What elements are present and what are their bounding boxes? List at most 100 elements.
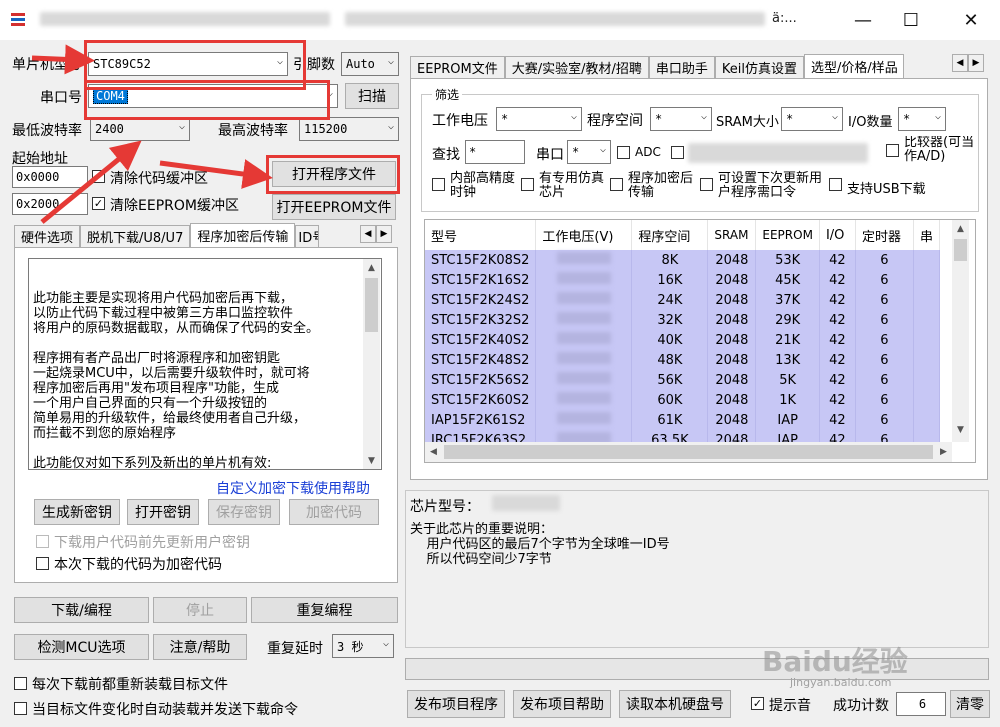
notice-help-button[interactable]: 注意/帮助 — [153, 634, 247, 660]
table-row[interactable]: STC15F2K56S2 56K 2048 5K 42 6 — [425, 370, 940, 390]
update-key-checkbox[interactable] — [36, 535, 49, 548]
scroll-down-icon[interactable]: ▼ — [952, 421, 969, 438]
cell-serial — [913, 250, 940, 270]
table-row[interactable]: STC15F2K08S2 8K 2048 53K 42 6 — [425, 250, 940, 270]
io-count-select[interactable]: * ⌵ — [898, 107, 946, 131]
cell-eeprom: 13K — [755, 350, 820, 370]
chevron-right-icon[interactable]: ▶ — [968, 54, 984, 72]
read-disk-id-button[interactable]: 读取本机硬盘号 — [619, 690, 731, 718]
table-row[interactable]: STC15F2K16S2 16K 2048 45K 42 6 — [425, 270, 940, 290]
cell-program-space: 40K — [631, 330, 709, 350]
blurred-voltage — [556, 272, 611, 284]
cell-program-space: 61K — [631, 410, 709, 430]
encrypted-download-help-link[interactable]: 自定义加密下载使用帮助 — [216, 478, 370, 498]
col-voltage[interactable]: 工作电压(V) — [535, 220, 633, 250]
auto-load-checkbox[interactable] — [14, 702, 27, 715]
table-row[interactable]: IAP15F2K61S2 61K 2048 IAP 42 6 — [425, 410, 940, 430]
cell-voltage-blurred — [535, 270, 633, 290]
col-io[interactable]: I/O — [819, 220, 856, 250]
hs-clock-checkbox[interactable] — [432, 178, 445, 191]
sram-size-value: * — [786, 112, 794, 126]
encrypted-transfer-checkbox[interactable] — [610, 178, 623, 191]
table-h-scrollbar[interactable]: ◀ ▶ — [425, 442, 952, 462]
serial-count-select[interactable]: * ⌵ — [567, 140, 611, 164]
cell-sram: 2048 — [707, 310, 757, 330]
encryption-description-content: 此功能主要是实现将用户代码加密后再下载， 以防止代码下载过程中被第三方串口监控软… — [33, 291, 320, 470]
col-timer[interactable]: 定时器 — [855, 220, 914, 250]
scrollbar-thumb[interactable] — [954, 239, 967, 261]
detect-mcu-options-button[interactable]: 检测MCU选项 — [14, 634, 149, 660]
col-model[interactable]: 型号 — [425, 220, 537, 250]
repeat-delay-select[interactable]: 3 秒 ⌵ — [332, 634, 394, 658]
chevron-left-icon[interactable]: ◀ — [952, 54, 968, 72]
serial-count-label: 串口 — [536, 147, 564, 163]
encrypted-transfer-option-label: 程序加密后传输 — [628, 171, 694, 200]
update-password-checkbox[interactable] — [700, 178, 713, 191]
publish-help-button[interactable]: 发布项目帮助 — [513, 690, 611, 718]
stop-button[interactable]: 停止 — [153, 597, 247, 623]
program-space-select[interactable]: * ⌵ — [650, 107, 712, 131]
cell-io: 42 — [819, 250, 856, 270]
tab-eeprom-file[interactable]: EEPROM文件 — [410, 56, 505, 78]
cell-model: STC15F2K16S2 — [425, 270, 537, 290]
scroll-down-icon[interactable]: ▼ — [363, 452, 380, 469]
cell-eeprom: 21K — [755, 330, 820, 350]
minimize-icon[interactable]: — — [838, 0, 888, 40]
scroll-right-icon[interactable]: ▶ — [935, 447, 952, 457]
voltage-select[interactable]: * ⌵ — [496, 107, 582, 131]
col-serial[interactable]: 串 — [913, 220, 940, 250]
col-sram[interactable]: SRAM — [707, 220, 757, 250]
table-row[interactable]: STC15F2K24S2 24K 2048 37K 42 6 — [425, 290, 940, 310]
scroll-up-icon[interactable]: ▲ — [952, 220, 969, 237]
hint-sound-checkbox[interactable]: ✓ — [751, 697, 764, 710]
clear-count-button[interactable]: 清零 — [950, 690, 990, 718]
repeat-program-button[interactable]: 重复编程 — [251, 597, 398, 623]
tab-selection-price[interactable]: 选型/价格/样品 — [804, 54, 905, 78]
scroll-left-icon[interactable]: ◀ — [425, 447, 442, 457]
tab-contest-lab[interactable]: 大赛/实验室/教材/招聘 — [504, 56, 649, 78]
col-program-space[interactable]: 程序空间 — [631, 220, 709, 250]
chevron-down-icon: ⌵ — [599, 144, 606, 155]
cell-sram: 2048 — [707, 410, 757, 430]
table-row[interactable]: STC15F2K60S2 60K 2048 1K 42 6 — [425, 390, 940, 410]
col-eeprom[interactable]: EEPROM — [755, 220, 820, 250]
table-row[interactable]: STC15F2K32S2 32K 2048 29K 42 6 — [425, 310, 940, 330]
cell-timer: 6 — [855, 410, 914, 430]
download-program-button[interactable]: 下载/编程 — [14, 597, 149, 623]
save-key-button[interactable]: 保存密钥 — [208, 499, 280, 525]
usb-download-checkbox[interactable] — [829, 178, 842, 191]
search-label: 查找 — [432, 147, 460, 163]
tab-keil-emulation[interactable]: Keil仿真设置 — [714, 56, 805, 78]
reload-before-download-checkbox[interactable] — [14, 677, 27, 690]
table-row[interactable]: STC15F2K48S2 48K 2048 13K 42 6 — [425, 350, 940, 370]
chevron-down-icon: ⌵ — [382, 638, 389, 649]
encrypted-code-checkbox[interactable] — [36, 557, 49, 570]
cell-model: STC15F2K56S2 — [425, 370, 537, 390]
table-row[interactable]: STC15F2K40S2 40K 2048 21K 42 6 — [425, 330, 940, 350]
comparator-checkbox[interactable] — [886, 144, 899, 157]
generate-key-button[interactable]: 生成新密钥 — [34, 499, 120, 525]
blurred-option-checkbox[interactable] — [671, 146, 684, 159]
maximize-icon[interactable]: ☐ — [886, 0, 936, 40]
table-v-scrollbar[interactable]: ▲ ▼ — [952, 220, 969, 442]
blurred-voltage — [556, 332, 611, 344]
chip-model-label: 芯片型号： — [410, 499, 480, 515]
tab-serial-assistant[interactable]: 串口助手 — [648, 56, 715, 78]
adc-checkbox[interactable] — [617, 146, 630, 159]
open-key-button[interactable]: 打开密钥 — [127, 499, 199, 525]
cell-io: 42 — [819, 350, 856, 370]
publish-project-button[interactable]: 发布项目程序 — [407, 690, 505, 718]
cell-sram: 2048 — [707, 390, 757, 410]
adc-label: ADC — [635, 145, 661, 159]
cell-model: STC15F2K60S2 — [425, 390, 537, 410]
auto-load-label: 当目标文件变化时自动装载并发送下载命令 — [32, 702, 298, 718]
h-scrollbar-thumb[interactable] — [444, 445, 933, 459]
emulator-checkbox[interactable] — [521, 178, 534, 191]
encrypt-code-button[interactable]: 加密代码 — [289, 499, 379, 525]
cell-timer: 6 — [855, 290, 914, 310]
search-input[interactable]: * — [465, 140, 525, 164]
cell-voltage-blurred — [535, 250, 633, 270]
sram-size-select[interactable]: * ⌵ — [781, 107, 843, 131]
success-count-value: 6 — [896, 692, 946, 716]
close-icon[interactable]: ✕ — [946, 0, 996, 40]
